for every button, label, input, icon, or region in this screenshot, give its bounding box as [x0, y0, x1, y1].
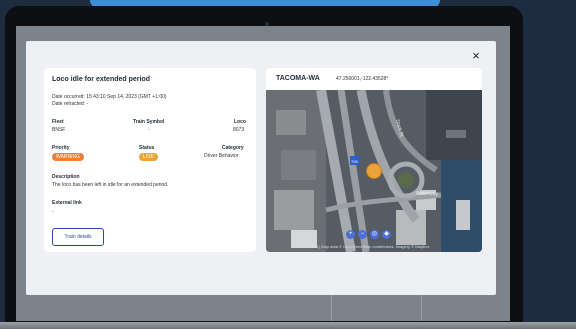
zoom-in-icon[interactable]: + [346, 230, 355, 239]
background-grid-line [331, 291, 332, 321]
map-pin-icon[interactable] [366, 163, 382, 179]
priority-label: Priority [52, 145, 70, 151]
layers-icon[interactable]: ◆ [382, 230, 391, 239]
highway-shield-icon: 705 [351, 159, 358, 164]
category-label: Category [222, 145, 244, 151]
recenter-icon[interactable]: ◎ [370, 230, 379, 239]
loco-value: 8073 [233, 127, 245, 133]
status-label: Status [139, 145, 155, 151]
background-grid-line [421, 291, 422, 321]
train-symbol-value: - [148, 127, 150, 133]
date-retracted: Date retracted: - [52, 101, 89, 107]
close-button[interactable]: × [470, 49, 482, 62]
status-badge: LIVE [139, 153, 158, 161]
road-label-waterway: Waterway [416, 191, 439, 197]
laptop-base [0, 322, 576, 329]
map-zoom-controls: + − ◎ ◆ [346, 230, 391, 239]
alert-details-card: Loco idle for extended period Date occur… [44, 68, 256, 252]
location-card: TACOMA-WA 47.250001,-122.43528° Dock St [266, 68, 482, 252]
location-name: TACOMA-WA [276, 75, 320, 82]
description-label: Description [52, 174, 80, 180]
description-value: The loco has been left in idle for an ex… [52, 182, 169, 188]
fleet-label: Fleet [52, 119, 64, 125]
alert-title: Loco idle for extended period [52, 76, 151, 83]
priority-badge: WARNING [52, 153, 84, 161]
zoom-out-icon[interactable]: − [358, 230, 367, 239]
external-link-value: - [52, 209, 54, 215]
train-details-button[interactable]: Train details [52, 228, 104, 246]
fleet-value: BNSF [52, 127, 66, 133]
location-coords: 47.250001,-122.43528° [336, 76, 389, 82]
category-value: Driver Behavior [204, 153, 239, 159]
date-occurred: Date occurred: 15:43:10 Sep 14, 2023 (GM… [52, 94, 167, 100]
map-attribution: Leaflet | Map data © OpenStreetMap contr… [306, 244, 430, 249]
train-symbol-label: Train Symbol [133, 119, 165, 125]
satellite-map[interactable]: Dock St Waterway 705 + − ◎ ◆ Leaflet | M… [266, 90, 482, 252]
loco-label: Loco [234, 119, 246, 125]
external-link-label: External link [52, 200, 82, 206]
